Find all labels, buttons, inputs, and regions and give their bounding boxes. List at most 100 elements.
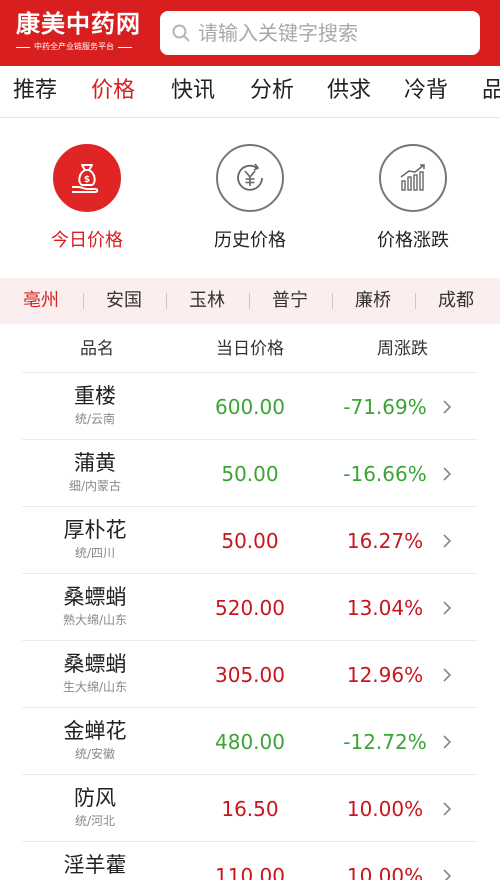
herb-price: 480.00	[215, 730, 285, 754]
row-divider	[22, 640, 478, 641]
city-tab-anguo[interactable]: 安国	[106, 290, 142, 312]
table-row[interactable]: 桑螵蛸 生大绵/山东 305.00 12.96%	[0, 640, 500, 707]
city-separator	[415, 293, 416, 309]
history-price-button[interactable]: 历史价格	[180, 144, 320, 252]
herb-price: 110.00	[215, 864, 285, 880]
row-divider	[22, 372, 478, 373]
today-price-button[interactable]: $ 今日价格	[17, 144, 157, 252]
chevron-right-icon	[443, 735, 452, 749]
herb-price: 50.00	[221, 462, 279, 486]
row-divider	[22, 506, 478, 507]
svg-text:$: $	[84, 175, 90, 185]
city-tab-lianqiao[interactable]: 廉桥	[355, 290, 391, 312]
search-input[interactable]	[198, 21, 468, 45]
logo-tagline-text: 中药全产业链服务平台	[34, 42, 114, 51]
logo[interactable]: 康美中药网 中药全产业链服务平台	[16, 10, 146, 56]
table-row[interactable]: 淫羊藿 110.00 10.00%	[0, 841, 500, 880]
herb-price: 16.50	[221, 797, 279, 821]
herb-spec: 细/内蒙古	[68, 479, 122, 493]
row-divider	[22, 573, 478, 574]
herb-change: -12.72%	[343, 730, 427, 754]
column-header-change: 周涨跌	[377, 339, 428, 359]
chevron-right-icon	[443, 467, 452, 481]
herb-name: 厚朴花	[63, 518, 127, 542]
herb-name: 蒲黄	[74, 451, 116, 475]
row-divider	[22, 774, 478, 775]
herb-change: -71.69%	[343, 395, 427, 419]
tab-supply[interactable]: 供求	[327, 76, 371, 106]
herb-name: 防风	[74, 786, 116, 810]
herb-price: 50.00	[221, 529, 279, 553]
logo-title: 康美中药网	[16, 10, 141, 38]
tab-variety[interactable]: 品	[482, 76, 500, 106]
herb-spec: 统/云南	[74, 412, 116, 426]
table-row[interactable]: 金蝉花 统/安徽 480.00 -12.72%	[0, 707, 500, 774]
herb-name: 桑螵蛸	[63, 585, 127, 609]
row-divider	[22, 841, 478, 842]
table-row[interactable]: 重楼 统/云南 600.00 -71.69%	[0, 372, 500, 439]
bar-trend-icon	[400, 164, 425, 191]
herb-change: 12.96%	[346, 663, 424, 687]
city-tab-bozhou[interactable]: 亳州	[23, 290, 59, 312]
herb-name: 桑螵蛸	[63, 652, 127, 676]
price-table-header: 品名 当日价格 周涨跌	[0, 324, 500, 372]
herb-price: 305.00	[215, 663, 285, 687]
herb-price: 520.00	[215, 596, 285, 620]
herb-spec: 统/安徽	[74, 747, 116, 761]
herb-change: -16.66%	[343, 462, 427, 486]
herb-spec: 熟大绵/山东	[62, 613, 128, 627]
row-divider	[22, 707, 478, 708]
chevron-right-icon	[443, 400, 452, 414]
row-divider	[22, 439, 478, 440]
market-city-tabs: 亳州 安国 玉林 普宁 廉桥 成都	[0, 278, 500, 324]
yen-history-icon	[237, 163, 263, 191]
price-category-grid: $ 今日价格 历史价格 价格涨跌	[0, 118, 500, 278]
today-price-label: 今日价格	[51, 230, 123, 251]
history-price-label: 历史价格	[214, 230, 286, 251]
herb-name: 金蝉花	[63, 719, 127, 743]
money-bag-hand-icon: $	[72, 164, 99, 193]
price-table: 重楼 统/云南 600.00 -71.69% 蒲黄 细/内蒙古 50.00 -1…	[0, 372, 500, 880]
herb-spec: 生大绵/山东	[62, 680, 128, 694]
tab-analysis[interactable]: 分析	[250, 76, 294, 106]
table-row[interactable]: 防风 统/河北 16.50 10.00%	[0, 774, 500, 841]
app-header: 康美中药网 中药全产业链服务平台	[0, 0, 500, 66]
city-separator	[332, 293, 333, 309]
city-tab-chengdu[interactable]: 成都	[438, 290, 474, 312]
chevron-right-icon	[443, 534, 452, 548]
chevron-right-icon	[443, 869, 452, 880]
city-tab-puning[interactable]: 普宁	[272, 290, 308, 312]
herb-spec: 统/四川	[74, 546, 116, 560]
price-change-circle	[379, 144, 447, 212]
herb-name: 淫羊藿	[63, 853, 127, 877]
table-row[interactable]: 厚朴花 统/四川 50.00 16.27%	[0, 506, 500, 573]
logo-tagline: 中药全产业链服务平台	[16, 42, 146, 52]
herb-change: 13.04%	[346, 596, 424, 620]
herb-change: 10.00%	[346, 864, 424, 880]
city-separator	[249, 293, 250, 309]
tab-recommend[interactable]: 推荐	[13, 76, 57, 106]
column-header-name: 品名	[80, 339, 114, 359]
search-icon	[172, 24, 190, 42]
herb-change: 16.27%	[346, 529, 424, 553]
city-separator	[83, 293, 84, 309]
herb-price: 600.00	[215, 395, 285, 419]
city-separator	[166, 293, 167, 309]
search-box[interactable]	[160, 11, 480, 55]
herb-change: 10.00%	[346, 797, 424, 821]
herb-spec: 统/河北	[74, 814, 116, 828]
tab-price[interactable]: 价格	[91, 76, 135, 106]
tagline-dash-right	[118, 46, 132, 48]
herb-name: 重楼	[74, 384, 116, 408]
city-tab-yulin[interactable]: 玉林	[189, 290, 225, 312]
price-change-button[interactable]: 价格涨跌	[343, 144, 483, 252]
chevron-right-icon	[443, 668, 452, 682]
table-row[interactable]: 桑螵蛸 熟大绵/山东 520.00 13.04%	[0, 573, 500, 640]
chevron-right-icon	[443, 601, 452, 615]
table-row[interactable]: 蒲黄 细/内蒙古 50.00 -16.66%	[0, 439, 500, 506]
tagline-dash-left	[16, 46, 30, 48]
tab-news[interactable]: 快讯	[171, 76, 215, 106]
today-price-circle: $	[53, 144, 121, 212]
category-nav: 推荐 价格 快讯 分析 供求 冷背 品	[0, 66, 500, 118]
tab-rare[interactable]: 冷背	[404, 76, 448, 106]
